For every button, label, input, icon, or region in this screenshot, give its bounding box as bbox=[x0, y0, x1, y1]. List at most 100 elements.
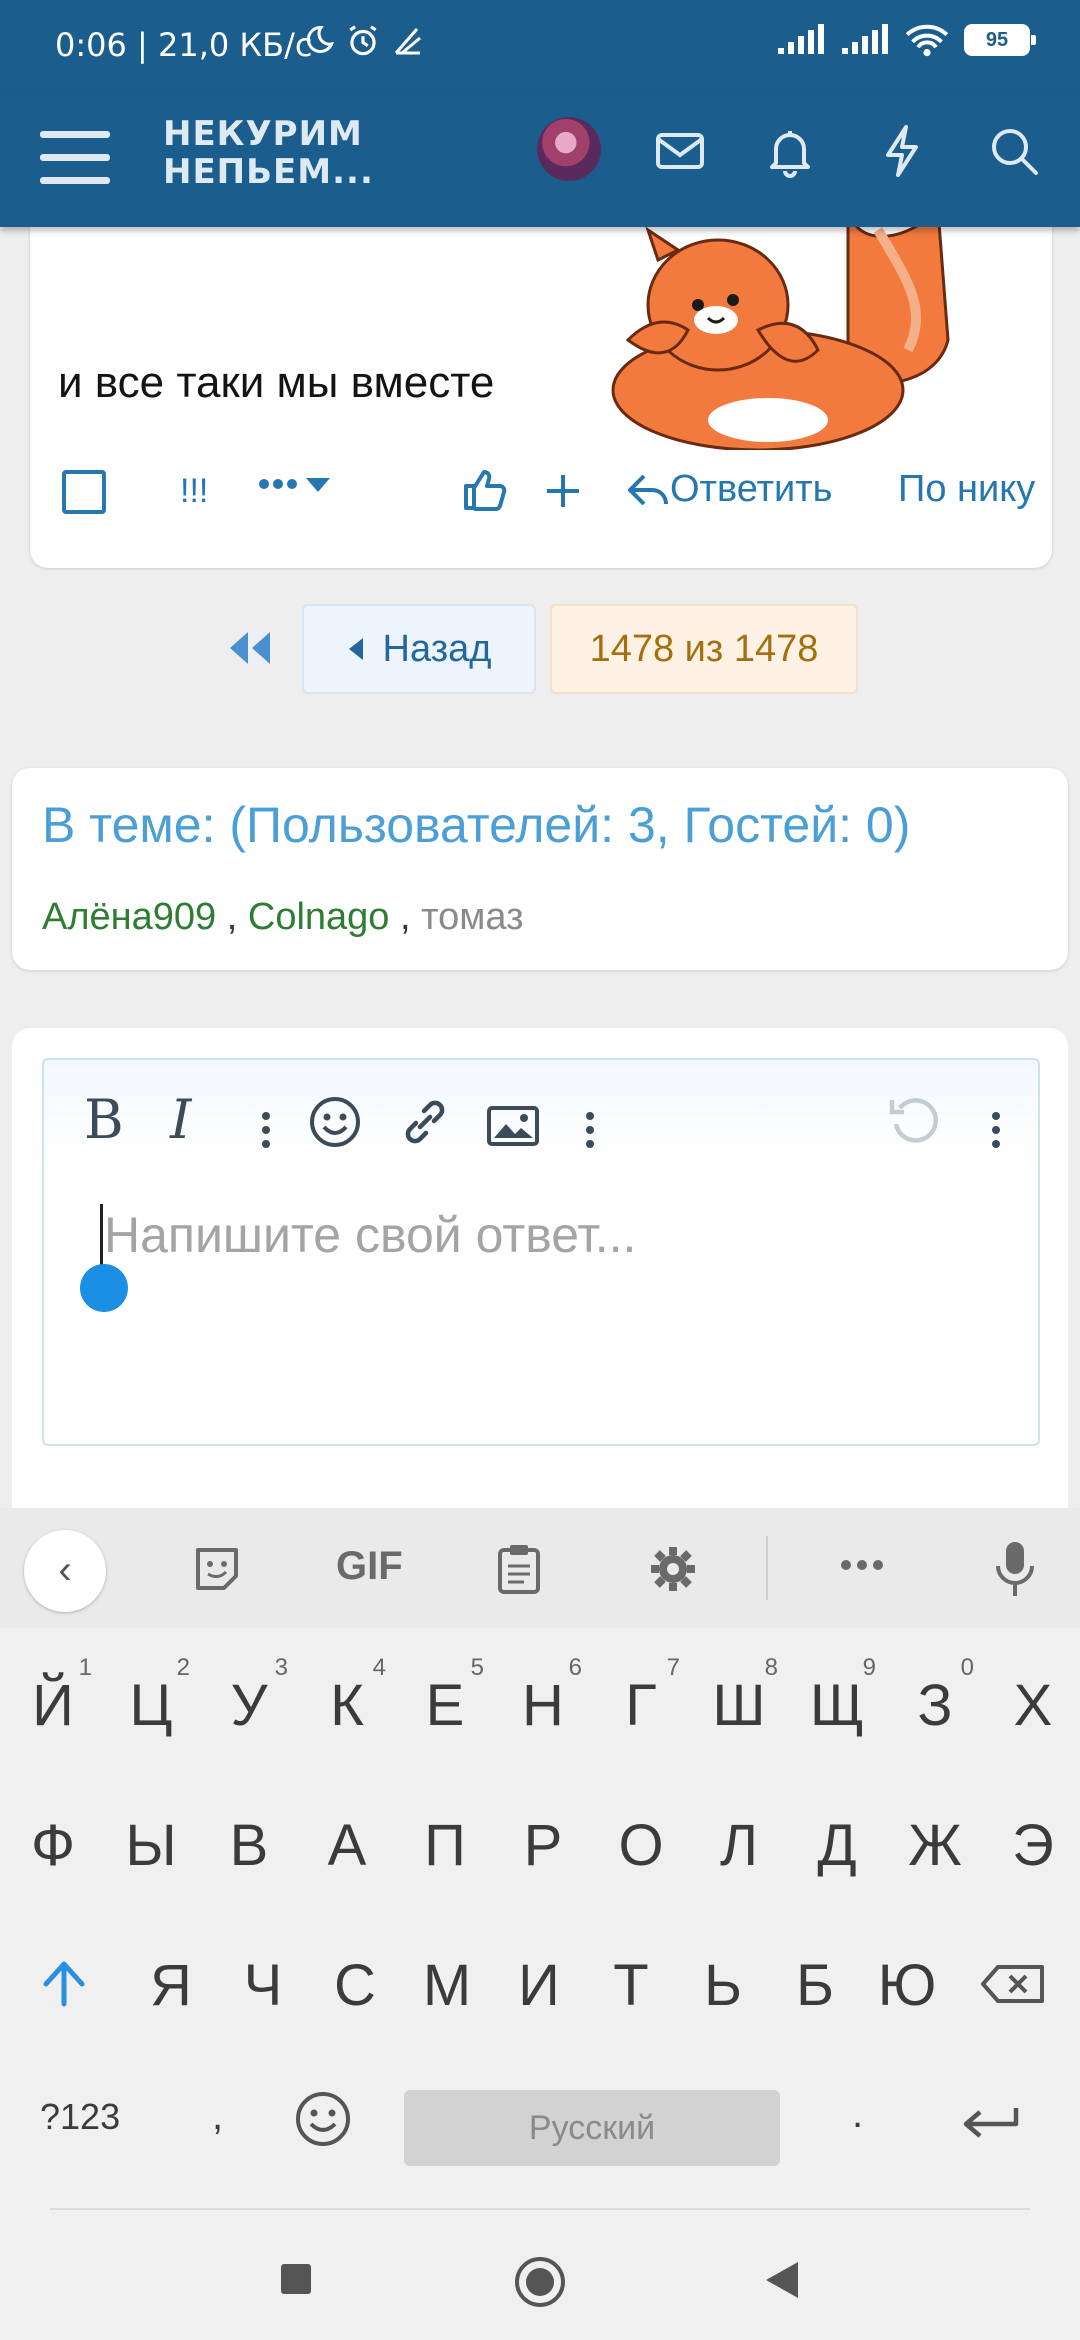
key-6[interactable]: Ь bbox=[674, 1952, 772, 2019]
home-circle-icon[interactable] bbox=[512, 2254, 568, 2310]
bell-icon[interactable] bbox=[762, 123, 818, 179]
member-link[interactable]: Colnago bbox=[248, 896, 390, 938]
key-9[interactable]: Ж bbox=[886, 1812, 984, 1879]
enter-icon[interactable] bbox=[962, 2104, 1022, 2144]
sticker-icon[interactable] bbox=[192, 1544, 242, 1594]
backspace-icon[interactable] bbox=[980, 1964, 1046, 2004]
key-6[interactable]: О bbox=[592, 1812, 690, 1879]
member-link[interactable]: Алёна909 bbox=[42, 896, 216, 938]
member-link[interactable]: томаз bbox=[421, 896, 523, 938]
reply-button[interactable]: Ответить bbox=[626, 468, 832, 511]
key-5[interactable]: Н6 bbox=[494, 1654, 592, 1739]
key-1[interactable]: Ы bbox=[102, 1812, 200, 1879]
key-4[interactable]: И bbox=[490, 1952, 588, 2019]
key-2[interactable]: С bbox=[306, 1952, 404, 2019]
post-actions-bar: !!! Ответить По нику bbox=[58, 460, 1048, 520]
gif-button[interactable]: GIF bbox=[336, 1544, 403, 1589]
report-button[interactable]: !!! bbox=[180, 472, 208, 511]
back-triangle-icon[interactable] bbox=[762, 2260, 800, 2300]
key-number-hint: 6 bbox=[568, 1654, 582, 1681]
emoji-icon[interactable] bbox=[308, 1092, 362, 1152]
lightning-icon[interactable] bbox=[874, 123, 930, 179]
key-number-hint: 5 bbox=[470, 1654, 484, 1681]
reply-by-nick-button[interactable]: По нику bbox=[898, 468, 1035, 511]
mail-icon[interactable] bbox=[652, 123, 708, 179]
key-5[interactable]: Т bbox=[582, 1952, 680, 2019]
key-3[interactable]: А bbox=[298, 1812, 396, 1879]
back-page-label: Назад bbox=[382, 627, 492, 670]
list-separator: , bbox=[226, 896, 238, 938]
key-number-hint: 4 bbox=[372, 1654, 386, 1681]
key-1[interactable]: Ч bbox=[214, 1952, 312, 2019]
topic-viewers-title[interactable]: В теме: (Пользователей: 3, Гостей: 0) bbox=[42, 796, 910, 854]
user-avatar[interactable] bbox=[537, 117, 601, 181]
key-4[interactable]: П bbox=[396, 1812, 494, 1879]
key-6[interactable]: Г7 bbox=[592, 1654, 690, 1739]
key-3[interactable]: М bbox=[398, 1952, 496, 2019]
key-8[interactable]: Щ9 bbox=[788, 1654, 886, 1739]
cursor-handle[interactable] bbox=[80, 1264, 128, 1312]
key-7[interactable]: Л bbox=[690, 1812, 788, 1879]
numbers-key[interactable]: ?123 bbox=[40, 2096, 120, 2138]
cat-sticker-image bbox=[611, 220, 950, 450]
key-4[interactable]: Е5 bbox=[396, 1654, 494, 1739]
link-icon[interactable] bbox=[398, 1092, 452, 1152]
key-8[interactable]: Ю bbox=[858, 1952, 956, 2019]
clipboard-icon[interactable] bbox=[496, 1542, 542, 1596]
key-3[interactable]: К4 bbox=[298, 1654, 396, 1739]
key-8[interactable]: Д bbox=[788, 1812, 886, 1879]
first-page-icon[interactable] bbox=[226, 628, 274, 668]
site-logo[interactable]: НЕКУРИМ НЕПЬЕМ... bbox=[163, 115, 374, 191]
key-label: Ж bbox=[908, 1813, 962, 1878]
key-10[interactable]: Э bbox=[984, 1812, 1080, 1879]
key-label: К bbox=[330, 1673, 364, 1738]
key-7[interactable]: Б bbox=[766, 1952, 864, 2019]
more-options-button[interactable] bbox=[258, 464, 338, 514]
image-icon[interactable] bbox=[486, 1096, 540, 1156]
key-9[interactable]: З0 bbox=[886, 1654, 984, 1739]
key-1[interactable]: Ц2 bbox=[102, 1654, 200, 1739]
key-2[interactable]: В bbox=[200, 1812, 298, 1879]
key-7[interactable]: Ш8 bbox=[690, 1654, 788, 1739]
key-2[interactable]: У3 bbox=[200, 1654, 298, 1739]
key-0[interactable]: Й1 bbox=[4, 1654, 102, 1739]
more-horizontal-icon[interactable] bbox=[840, 1558, 884, 1572]
key-0[interactable]: Я bbox=[122, 1952, 220, 2019]
search-icon[interactable] bbox=[986, 123, 1042, 179]
editor-menu-icon[interactable] bbox=[990, 1100, 1002, 1160]
key-label: Щ bbox=[809, 1673, 865, 1738]
select-post-checkbox[interactable] bbox=[62, 470, 106, 514]
reply-editor[interactable]: B I Напишите свой ответ... bbox=[42, 1058, 1040, 1446]
microphone-icon[interactable] bbox=[994, 1540, 1036, 1598]
key-10[interactable]: Х bbox=[984, 1672, 1080, 1739]
bold-button[interactable]: B bbox=[84, 1088, 124, 1151]
more-tools-icon[interactable] bbox=[584, 1100, 596, 1160]
menu-icon[interactable] bbox=[40, 123, 110, 193]
add-plus-icon[interactable] bbox=[544, 472, 582, 510]
key-label: Е bbox=[425, 1673, 465, 1738]
list-separator: , bbox=[400, 896, 411, 938]
key-0[interactable]: Ф bbox=[4, 1812, 102, 1879]
undo-icon[interactable] bbox=[886, 1090, 942, 1150]
settings-gear-icon[interactable] bbox=[648, 1544, 698, 1594]
period-key[interactable]: . bbox=[852, 2092, 863, 2137]
more-dots-icon bbox=[259, 478, 330, 492]
shift-arrow-icon[interactable] bbox=[42, 1960, 86, 2008]
key-label: Б bbox=[795, 1953, 835, 2018]
emoji-key-icon[interactable] bbox=[294, 2090, 352, 2148]
topic-viewers-list: Алёна909 , Colnago , томаз bbox=[42, 896, 524, 939]
key-label: О bbox=[618, 1813, 664, 1878]
key-number-hint: 0 bbox=[960, 1654, 974, 1681]
chevron-left-icon[interactable]: ‹ bbox=[24, 1530, 106, 1612]
back-page-button[interactable]: Назад bbox=[302, 604, 536, 694]
key-label: Ь bbox=[703, 1953, 743, 2018]
key-label: В bbox=[229, 1813, 269, 1878]
space-bar[interactable]: Русский bbox=[404, 2090, 780, 2166]
key-label: С bbox=[334, 1953, 376, 2018]
like-thumb-icon[interactable] bbox=[460, 466, 508, 514]
recents-square-icon[interactable] bbox=[279, 2262, 313, 2296]
comma-key[interactable]: , bbox=[212, 2094, 223, 2139]
vertical-dots-icon[interactable] bbox=[260, 1100, 272, 1160]
italic-button[interactable]: I bbox=[170, 1088, 191, 1151]
key-5[interactable]: Р bbox=[494, 1812, 592, 1879]
